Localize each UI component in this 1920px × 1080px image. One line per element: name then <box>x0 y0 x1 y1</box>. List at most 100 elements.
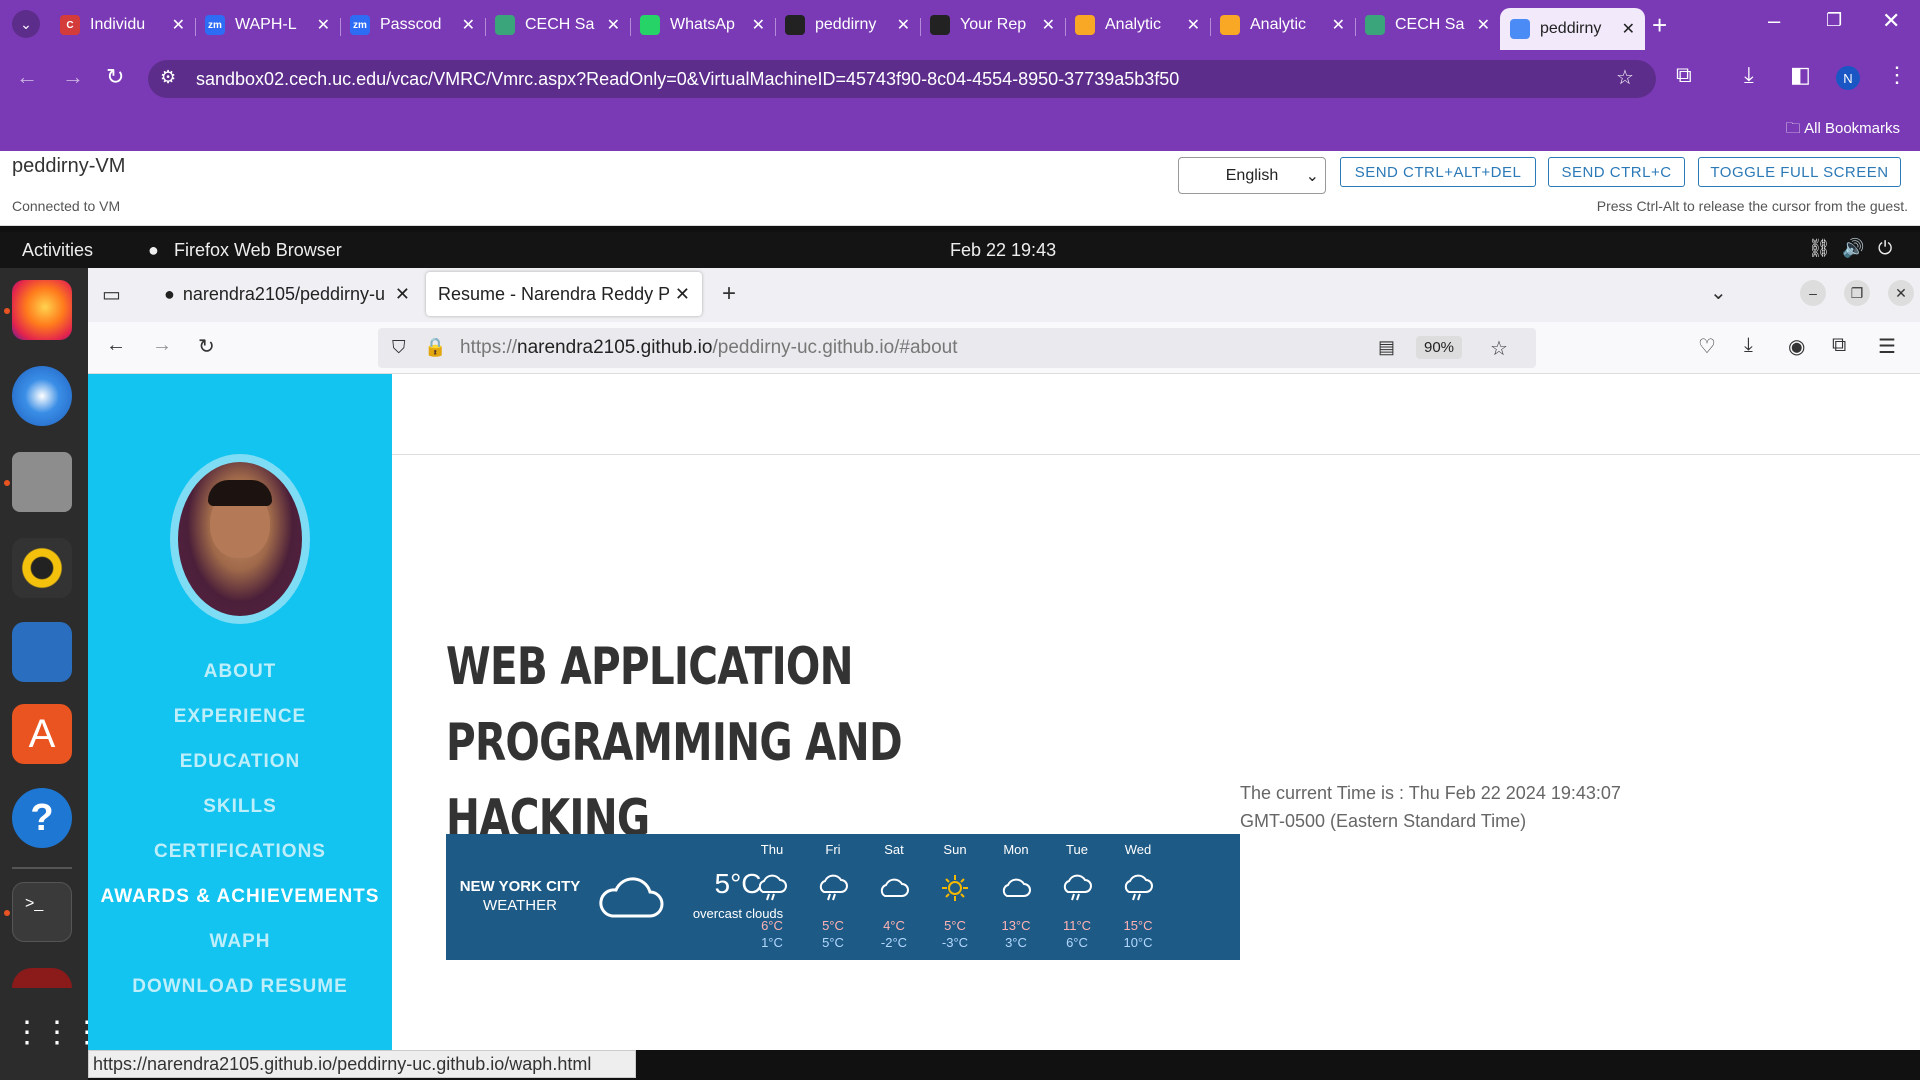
ff-reload-icon[interactable]: ↻ <box>198 334 215 359</box>
close-tab-icon[interactable]: ✕ <box>1187 15 1200 35</box>
close-tab-icon[interactable]: ✕ <box>462 15 475 35</box>
menu-icon[interactable]: ⋮ <box>1886 62 1908 88</box>
send-ctrl-c-button[interactable]: SEND CTRL+C <box>1548 157 1685 187</box>
minimize-icon[interactable]: – <box>1768 8 1780 34</box>
browser-tab[interactable]: CECH Sa ✕ <box>1355 8 1500 42</box>
sidebar-item-certifications[interactable]: CERTIFICATIONS <box>88 841 392 863</box>
firefox-tab-github[interactable]: ● narendra2105/peddirny-u ✕ <box>152 272 422 316</box>
sidebar-item-awards-achievements[interactable]: AWARDS & ACHIEVEMENTS <box>88 886 392 908</box>
close-tab-icon[interactable]: ✕ <box>1477 15 1490 35</box>
close-tab-icon[interactable]: ✕ <box>172 15 185 35</box>
close-tab-icon[interactable]: ✕ <box>317 15 330 35</box>
browser-tab[interactable]: CECH Sa ✕ <box>485 8 630 42</box>
browser-tab[interactable]: zm WAPH-L ✕ <box>195 8 340 42</box>
language-value: English <box>1225 166 1279 184</box>
back-icon[interactable]: ← <box>16 64 38 90</box>
forward-icon[interactable]: → <box>62 64 84 90</box>
bookmark-star-icon[interactable]: ☆ <box>1616 65 1634 90</box>
close-tab-icon[interactable]: ✕ <box>897 15 910 35</box>
ff-minimize-icon[interactable]: – <box>1800 280 1826 306</box>
browser-tab[interactable]: Your Rep ✕ <box>920 8 1065 42</box>
firefox-view-icon[interactable]: ▭ <box>102 282 121 307</box>
new-tab-icon[interactable]: + <box>722 280 736 308</box>
dock-divider <box>12 867 72 869</box>
browser-tab[interactable]: peddirny ✕ <box>1500 8 1645 50</box>
ff-back-icon[interactable]: ← <box>106 334 126 357</box>
site-info-icon[interactable]: ⚙ <box>160 67 176 88</box>
browser-tab[interactable]: Analytic ✕ <box>1065 8 1210 42</box>
reader-view-icon[interactable]: ▤ <box>1378 337 1395 358</box>
clock[interactable]: Feb 22 19:43 <box>950 240 1056 261</box>
firefox-tab-resume[interactable]: Resume - Narendra Reddy Pe ✕ <box>426 272 702 316</box>
ff-extensions-icon[interactable]: ⧉ <box>1832 334 1846 357</box>
tab-separator <box>630 18 631 36</box>
power-icon[interactable]: ⏻ <box>1878 238 1892 259</box>
pocket-icon[interactable]: ♡ <box>1698 334 1716 359</box>
ff-maximize-icon[interactable]: ❐ <box>1844 280 1870 306</box>
extensions-icon[interactable]: ⧉ <box>1676 62 1692 88</box>
ff-close-icon[interactable]: ✕ <box>1888 280 1914 306</box>
ff-downloads-icon[interactable]: ⤓ <box>1744 334 1753 357</box>
lock-icon[interactable]: 🔒 <box>424 337 446 358</box>
account-icon[interactable]: ◉ <box>1788 334 1805 359</box>
weather-widget[interactable]: NEW YORK CITY WEATHER 5°C overcast cloud… <box>446 834 1240 960</box>
ff-bookmark-star-icon[interactable]: ☆ <box>1490 336 1508 361</box>
shield-icon[interactable]: ⛉ <box>392 337 406 358</box>
close-tab-icon[interactable]: ✕ <box>1042 15 1055 35</box>
url-prefix: https:// <box>460 337 518 358</box>
toggle-fullscreen-button[interactable]: TOGGLE FULL SCREEN <box>1698 157 1901 187</box>
rhythmbox-icon[interactable] <box>12 538 72 598</box>
close-tab-icon[interactable]: ✕ <box>752 15 765 35</box>
download-icon[interactable]: ⤓ <box>1744 62 1754 88</box>
sidebar-item-skills[interactable]: SKILLS <box>88 796 392 818</box>
close-tab-icon[interactable]: ✕ <box>675 284 690 305</box>
list-tabs-icon[interactable]: ⌄ <box>1710 280 1727 305</box>
address-bar[interactable]: ⚙ sandbox02.cech.uc.edu/vcac/VMRC/Vmrc.a… <box>148 60 1656 98</box>
close-tab-icon[interactable]: ✕ <box>607 15 620 35</box>
active-app-label[interactable]: Firefox Web Browser <box>174 240 342 261</box>
close-tab-icon[interactable]: ✕ <box>1622 19 1635 39</box>
browser-tab[interactable]: C Individu ✕ <box>50 8 195 42</box>
writer-icon[interactable] <box>12 622 72 682</box>
sidebar-item-experience[interactable]: EXPERIENCE <box>88 706 392 728</box>
ff-menu-icon[interactable]: ☰ <box>1878 334 1896 359</box>
ff-address-bar[interactable]: ⛉ 🔒 https://narendra2105.github.io/peddi… <box>378 328 1536 368</box>
network-icon[interactable]: ⛓ <box>1808 238 1831 259</box>
zoom-indicator[interactable]: 90% <box>1416 336 1463 359</box>
close-tab-icon[interactable]: ✕ <box>1332 15 1345 35</box>
help-icon[interactable]: ? <box>12 788 72 848</box>
side-panel-icon[interactable]: ◧ <box>1790 62 1811 88</box>
forecast-day-name: Tue <box>1066 842 1088 857</box>
terminal-icon[interactable]: >_ <box>12 882 72 942</box>
tab-separator <box>1065 18 1066 36</box>
tab-favicon-icon: zm <box>350 15 370 35</box>
sidebar-item-download-resume[interactable]: DOWNLOAD RESUME <box>88 976 392 998</box>
app-grid-icon[interactable]: ⋮⋮⋮ <box>12 1003 102 1063</box>
all-bookmarks[interactable]: 🗀 All Bookmarks <box>1786 118 1900 143</box>
language-select[interactable]: English ⌄ <box>1178 157 1326 194</box>
volume-icon[interactable]: 🔊 <box>1842 238 1864 259</box>
sidebar-item-education[interactable]: EDUCATION <box>88 751 392 773</box>
close-window-icon[interactable]: ✕ <box>1882 8 1900 34</box>
activities-button[interactable]: Activities <box>22 240 93 261</box>
browser-tab[interactable]: peddirny ✕ <box>775 8 920 42</box>
files-icon[interactable] <box>12 452 72 512</box>
close-tab-icon[interactable]: ✕ <box>395 284 410 305</box>
reload-icon[interactable]: ↻ <box>106 64 124 90</box>
new-tab-icon[interactable]: + <box>1652 10 1667 41</box>
ff-forward-icon[interactable]: → <box>152 334 172 357</box>
send-ctrl-alt-del-button[interactable]: SEND CTRL+ALT+DEL <box>1340 157 1536 187</box>
browser-tab[interactable]: zm Passcod ✕ <box>340 8 485 42</box>
thunderbird-icon[interactable] <box>12 366 72 426</box>
firefox-icon[interactable] <box>12 280 72 340</box>
restore-icon[interactable]: ❐ <box>1826 10 1842 31</box>
dock-partial-icon[interactable] <box>12 968 72 988</box>
browser-tab[interactable]: WhatsAp ✕ <box>630 8 775 42</box>
software-center-icon[interactable]: A <box>12 704 72 764</box>
profile-avatar[interactable]: N <box>1836 66 1860 90</box>
browser-tab[interactable]: Analytic ✕ <box>1210 8 1355 42</box>
tab-search-icon[interactable]: ⌄ <box>12 10 40 38</box>
forecast-low: -3°C <box>941 935 969 950</box>
sidebar-item-about[interactable]: ABOUT <box>88 661 392 683</box>
sidebar-item-waph[interactable]: WAPH <box>88 931 392 953</box>
